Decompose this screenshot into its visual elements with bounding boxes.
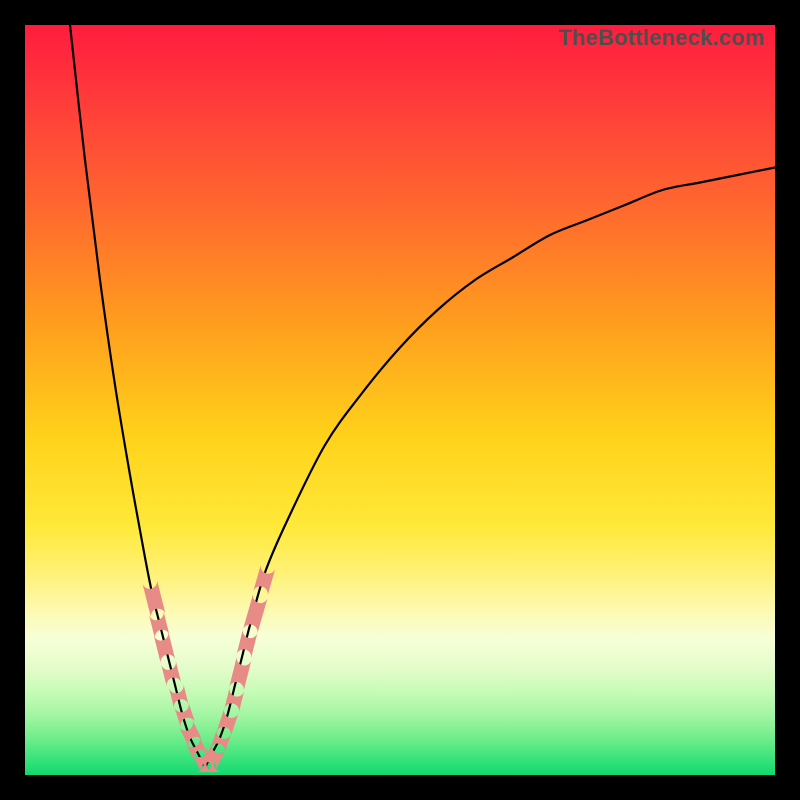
chart-frame: TheBottleneck.com bbox=[0, 0, 800, 800]
attribution-label: TheBottleneck.com bbox=[559, 25, 765, 51]
bead-marker bbox=[243, 594, 268, 634]
bead-marker bbox=[149, 611, 170, 639]
plot-area: TheBottleneck.com bbox=[25, 25, 775, 775]
curve-right bbox=[205, 168, 775, 768]
bead-marker bbox=[253, 564, 275, 596]
bead-markers bbox=[142, 564, 275, 773]
bead-marker bbox=[142, 579, 165, 618]
bead-marker bbox=[161, 661, 181, 687]
curve-left bbox=[70, 25, 205, 768]
bead-marker bbox=[154, 631, 176, 663]
chart-svg bbox=[25, 25, 775, 775]
